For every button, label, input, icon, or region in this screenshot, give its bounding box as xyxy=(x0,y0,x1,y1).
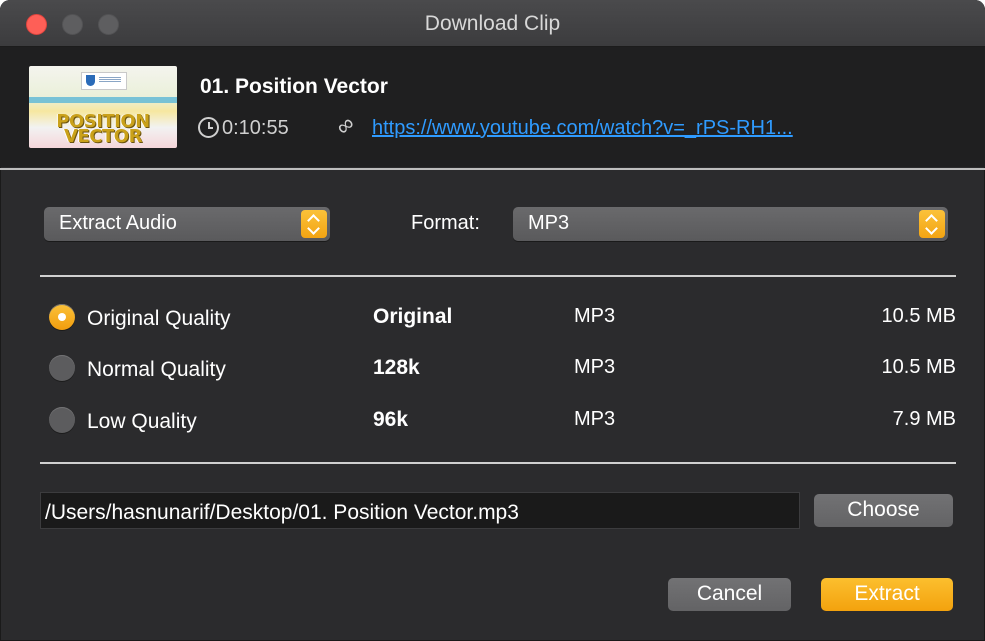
quality-label: Low Quality xyxy=(87,410,197,433)
clip-url-link[interactable]: https://www.youtube.com/watch?v=_rPS-RH1… xyxy=(372,117,793,140)
radio-low-quality[interactable] xyxy=(49,407,75,433)
channel-logo-icon xyxy=(81,72,127,90)
quality-size: 7.9 MB xyxy=(892,408,956,430)
mode-popup-value: Extract Audio xyxy=(59,212,177,234)
cancel-button[interactable]: Cancel xyxy=(668,578,791,611)
format-popup[interactable]: MP3 xyxy=(513,207,948,241)
quality-format: MP3 xyxy=(574,356,616,378)
output-path-field[interactable] xyxy=(40,492,800,529)
quality-bitrate: 128k xyxy=(373,356,420,379)
quality-bitrate: 96k xyxy=(373,408,409,431)
quality-format: MP3 xyxy=(574,305,616,327)
format-popup-value: MP3 xyxy=(528,212,570,234)
clip-title: 01. Position Vector xyxy=(200,75,388,98)
header-divider xyxy=(0,168,985,170)
quality-label: Normal Quality xyxy=(87,358,226,381)
title-bar[interactable]: Download Clip xyxy=(0,0,985,47)
window-title: Download Clip xyxy=(424,12,561,35)
quality-row-low[interactable]: Low Quality 96k MP3 7.9 MB xyxy=(0,399,985,439)
quality-bitrate: Original xyxy=(373,305,453,328)
clip-duration: 0:10:55 xyxy=(222,117,289,139)
quality-label: Original Quality xyxy=(87,307,231,330)
divider-bottom xyxy=(40,462,956,464)
clip-thumbnail: POSITION VECTOR xyxy=(29,66,177,148)
radio-original-quality[interactable] xyxy=(49,304,75,330)
quality-size: 10.5 MB xyxy=(881,305,956,327)
quality-row-original[interactable]: Original Quality Original MP3 10.5 MB xyxy=(0,296,985,336)
download-clip-window: Download Clip POSITION VECTOR 01. Positi… xyxy=(0,0,985,641)
mode-popup[interactable]: Extract Audio xyxy=(44,207,330,241)
clock-icon xyxy=(198,117,219,138)
choose-button[interactable]: Choose xyxy=(814,494,953,527)
quality-format: MP3 xyxy=(574,408,616,430)
quality-size: 10.5 MB xyxy=(881,356,956,378)
radio-normal-quality[interactable] xyxy=(49,355,75,381)
format-popup-stepper-icon xyxy=(919,210,945,238)
quality-row-normal[interactable]: Normal Quality 128k MP3 10.5 MB xyxy=(0,347,985,387)
divider-top xyxy=(40,275,956,277)
thumbnail-text: POSITION VECTOR xyxy=(56,111,150,147)
mode-popup-stepper-icon xyxy=(301,210,327,238)
extract-button[interactable]: Extract xyxy=(821,578,953,611)
clip-info-header: POSITION VECTOR xyxy=(0,47,985,167)
format-label: Format: xyxy=(411,212,480,234)
